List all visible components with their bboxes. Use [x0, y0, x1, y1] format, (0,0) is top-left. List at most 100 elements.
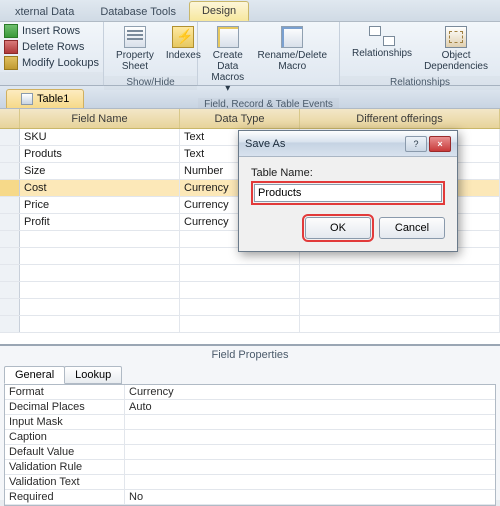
property-label: Validation Text [5, 475, 125, 489]
property-value[interactable]: No [125, 490, 495, 504]
row-selector[interactable] [0, 299, 20, 315]
property-value[interactable] [125, 460, 495, 474]
field-name-cell[interactable] [20, 248, 180, 264]
row-selector[interactable] [0, 265, 20, 281]
property-sheet-icon [124, 26, 146, 48]
create-data-macros-button[interactable]: Create Data Macros ▾ [204, 24, 251, 96]
row-selector[interactable] [0, 129, 20, 145]
row-selector[interactable] [0, 231, 20, 247]
property-label: Decimal Places [5, 400, 125, 414]
field-name-cell[interactable] [20, 282, 180, 298]
relationships-button[interactable]: Relationships [346, 24, 418, 61]
data-type-cell[interactable] [180, 299, 300, 315]
property-value[interactable] [125, 415, 495, 429]
insert-rows-button[interactable]: Insert Rows [4, 24, 80, 38]
document-tab-label: Table1 [37, 93, 69, 105]
ribbon-group-show-hide-label: Show/Hide [104, 76, 197, 90]
table-name-input[interactable] [254, 184, 442, 202]
data-type-cell[interactable] [180, 282, 300, 298]
ribbon-group-events: Create Data Macros ▾ Rename/Delete Macro… [198, 22, 340, 85]
design-row[interactable] [0, 316, 500, 333]
description-header[interactable]: Different offerings [300, 109, 500, 128]
document-tab-table1[interactable]: Table1 [6, 89, 84, 108]
row-selector[interactable] [0, 316, 20, 332]
description-cell[interactable] [300, 299, 500, 315]
design-row[interactable] [0, 265, 500, 282]
ribbon-group-rows-label [0, 72, 103, 86]
design-grid-header: Field Name Data Type Different offerings [0, 109, 500, 129]
property-row[interactable]: Caption [5, 430, 495, 445]
property-value[interactable]: Auto [125, 400, 495, 414]
property-value[interactable]: Currency [125, 385, 495, 399]
dialog-close-button[interactable]: × [429, 136, 451, 152]
field-name-cell[interactable]: Price [20, 197, 180, 213]
relationships-icon [369, 26, 395, 46]
description-cell[interactable] [300, 316, 500, 332]
property-row[interactable]: Validation Text [5, 475, 495, 490]
tab-design[interactable]: Design [189, 1, 249, 21]
field-name-cell[interactable]: Size [20, 163, 180, 179]
fp-tab-general[interactable]: General [4, 366, 65, 384]
property-value[interactable] [125, 445, 495, 459]
property-row[interactable]: Validation Rule [5, 460, 495, 475]
ribbon: Insert Rows Delete Rows Modify Lookups P… [0, 22, 500, 86]
row-selector[interactable] [0, 214, 20, 230]
field-name-cell[interactable]: SKU [20, 129, 180, 145]
data-type-cell[interactable] [180, 316, 300, 332]
field-name-header[interactable]: Field Name [20, 109, 180, 128]
field-name-cell[interactable] [20, 299, 180, 315]
design-row[interactable] [0, 299, 500, 316]
property-row[interactable]: Input Mask [5, 415, 495, 430]
table-name-label: Table Name: [251, 167, 445, 179]
delete-rows-button[interactable]: Delete Rows [4, 40, 84, 54]
tab-database-tools[interactable]: Database Tools [87, 2, 189, 21]
field-name-cell[interactable] [20, 316, 180, 332]
property-sheet-label: Property Sheet [116, 50, 154, 72]
ok-button[interactable]: OK [305, 217, 371, 239]
indexes-icon [172, 26, 194, 48]
dialog-title-text: Save As [245, 138, 285, 150]
table-name-input-highlight [251, 181, 445, 205]
description-cell[interactable] [300, 265, 500, 281]
rename-delete-macro-button[interactable]: Rename/Delete Macro [252, 24, 333, 74]
create-macros-icon [217, 26, 239, 48]
row-selector[interactable] [0, 146, 20, 162]
rename-macro-icon [281, 26, 303, 48]
property-sheet-button[interactable]: Property Sheet [110, 24, 160, 74]
data-type-cell[interactable] [180, 265, 300, 281]
row-selector[interactable] [0, 282, 20, 298]
row-selector[interactable] [0, 197, 20, 213]
property-row[interactable]: Default Value [5, 445, 495, 460]
cancel-button[interactable]: Cancel [379, 217, 445, 239]
dependencies-label: Object Dependencies [424, 50, 488, 72]
property-row[interactable]: FormatCurrency [5, 385, 495, 400]
row-selector[interactable] [0, 248, 20, 264]
design-row[interactable] [0, 282, 500, 299]
dialog-help-button[interactable]: ? [405, 136, 427, 152]
object-dependencies-button[interactable]: Object Dependencies [418, 24, 494, 74]
property-value[interactable] [125, 430, 495, 444]
modify-lookups-button[interactable]: Modify Lookups [4, 56, 99, 70]
row-selector[interactable] [0, 163, 20, 179]
tab-external-data[interactable]: xternal Data [2, 2, 87, 21]
fp-tab-lookup[interactable]: Lookup [64, 366, 122, 384]
dialog-title-bar[interactable]: Save As ? × [239, 131, 457, 157]
row-selector-header[interactable] [0, 109, 20, 128]
create-macros-label: Create Data Macros ▾ [210, 50, 245, 94]
data-type-header[interactable]: Data Type [180, 109, 300, 128]
row-selector[interactable] [0, 180, 20, 196]
field-name-cell[interactable] [20, 231, 180, 247]
modify-lookups-icon [4, 56, 18, 70]
property-row[interactable]: Decimal PlacesAuto [5, 400, 495, 415]
property-row[interactable]: RequiredNo [5, 490, 495, 505]
description-cell[interactable] [300, 282, 500, 298]
field-name-cell[interactable]: Profit [20, 214, 180, 230]
modify-lookups-label: Modify Lookups [22, 57, 99, 69]
insert-rows-icon [4, 24, 18, 38]
field-name-cell[interactable] [20, 265, 180, 281]
field-name-cell[interactable]: Produts [20, 146, 180, 162]
field-name-cell[interactable]: Cost [20, 180, 180, 196]
delete-rows-icon [4, 40, 18, 54]
field-properties-pane: Field Properties General Lookup FormatCu… [0, 344, 500, 500]
property-value[interactable] [125, 475, 495, 489]
